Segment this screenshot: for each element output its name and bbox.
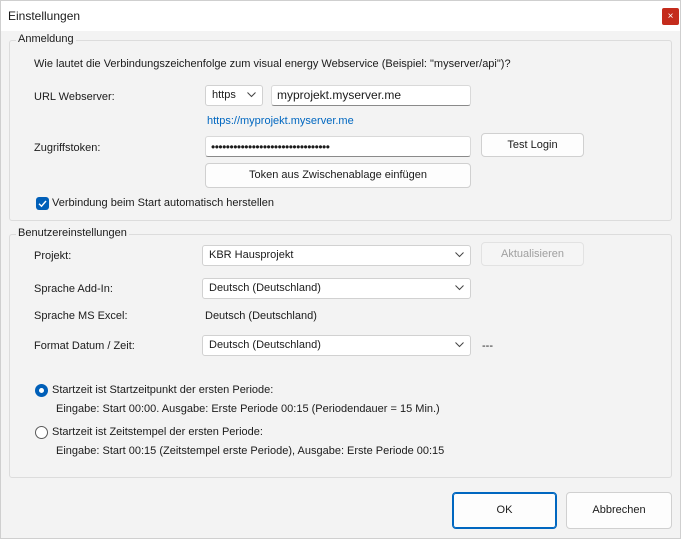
start-period-label[interactable]: Startzeit ist Startzeitpunkt der ersten … bbox=[52, 384, 273, 396]
project-label: Projekt: bbox=[34, 250, 72, 262]
project-value: KBR Hausprojekt bbox=[209, 249, 294, 261]
server-input[interactable]: myprojekt.myserver.me bbox=[271, 85, 471, 106]
protocol-value: https bbox=[212, 89, 236, 101]
datetime-format-suffix: --- bbox=[482, 340, 493, 352]
url-label: URL Webserver: bbox=[34, 91, 115, 103]
protocol-select[interactable]: https bbox=[205, 85, 263, 106]
chevron-down-icon bbox=[455, 285, 464, 291]
login-group: Anmeldung Wie lautet die Verbindungszeic… bbox=[9, 33, 672, 221]
user-settings-group-title: Benutzereinstellungen bbox=[16, 227, 129, 239]
window-title: Einstellungen bbox=[8, 9, 81, 23]
url-preview-link[interactable]: https://myprojekt.myserver.me bbox=[207, 115, 354, 127]
refresh-button[interactable]: Aktualisieren bbox=[481, 242, 584, 266]
excel-language-label: Sprache MS Excel: bbox=[34, 310, 128, 322]
autoconnect-label[interactable]: Verbindung beim Start automatisch herste… bbox=[52, 197, 274, 209]
addin-language-select[interactable]: Deutsch (Deutschland) bbox=[202, 278, 471, 299]
autoconnect-checkbox[interactable] bbox=[36, 197, 49, 210]
datetime-format-label: Format Datum / Zeit: bbox=[34, 340, 135, 352]
excel-language-value: Deutsch (Deutschland) bbox=[205, 310, 317, 322]
timestamp-detail: Eingabe: Start 00:15 (Zeitstempel erste … bbox=[56, 445, 445, 457]
addin-language-value: Deutsch (Deutschland) bbox=[209, 282, 321, 294]
ok-button[interactable]: OK bbox=[452, 492, 557, 529]
token-label: Zugriffstoken: bbox=[34, 142, 101, 154]
start-period-radio[interactable] bbox=[35, 384, 48, 397]
user-settings-group: Benutzereinstellungen Projekt: KBR Hausp… bbox=[9, 227, 672, 478]
start-period-detail: Eingabe: Start 00:00. Ausgabe: Erste Per… bbox=[56, 403, 440, 415]
timestamp-radio[interactable] bbox=[35, 426, 48, 439]
checkmark-icon bbox=[38, 200, 47, 208]
title-bar: Einstellungen × bbox=[1, 1, 680, 31]
settings-dialog: Einstellungen × Anmeldung Wie lautet die… bbox=[0, 0, 681, 539]
paste-token-button[interactable]: Token aus Zwischenablage einfügen bbox=[205, 163, 471, 188]
project-select[interactable]: KBR Hausprojekt bbox=[202, 245, 471, 266]
cancel-button[interactable]: Abbrechen bbox=[566, 492, 672, 529]
datetime-format-select[interactable]: Deutsch (Deutschland) bbox=[202, 335, 471, 356]
login-group-title: Anmeldung bbox=[16, 33, 76, 45]
chevron-down-icon bbox=[247, 92, 256, 98]
timestamp-label[interactable]: Startzeit ist Zeitstempel der ersten Per… bbox=[52, 426, 263, 438]
chevron-down-icon bbox=[455, 252, 464, 258]
addin-language-label: Sprache Add-In: bbox=[34, 283, 113, 295]
test-login-button[interactable]: Test Login bbox=[481, 133, 584, 157]
token-input[interactable]: •••••••••••••••••••••••••••••••• bbox=[205, 136, 471, 157]
chevron-down-icon bbox=[455, 342, 464, 348]
close-icon: × bbox=[667, 11, 674, 22]
connection-question: Wie lautet die Verbindungszeichenfolge z… bbox=[34, 58, 511, 70]
close-button[interactable]: × bbox=[662, 8, 679, 25]
datetime-format-value: Deutsch (Deutschland) bbox=[209, 339, 321, 351]
